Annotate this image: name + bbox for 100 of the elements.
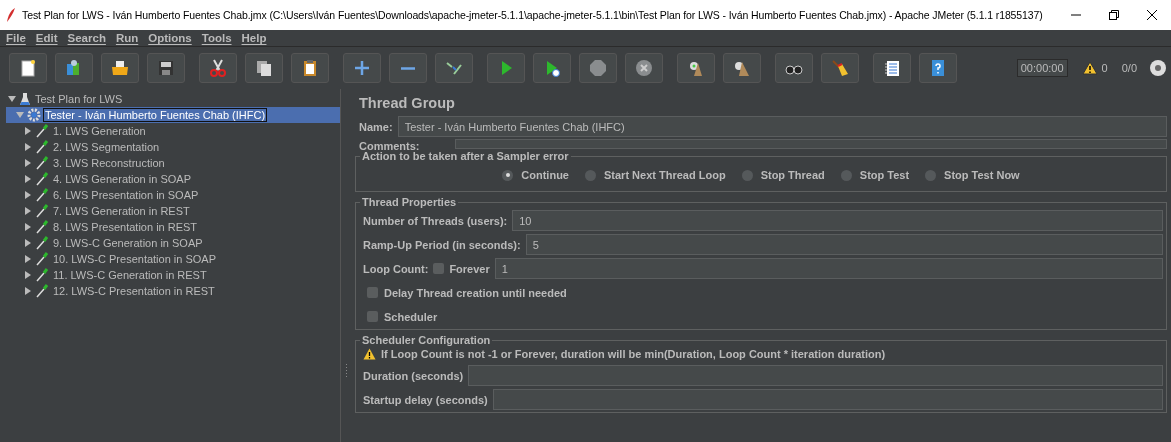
comments-field[interactable] [455,139,1167,149]
duration-field[interactable] [468,365,1163,386]
stop-button[interactable] [579,53,617,83]
fieldset-legend: Thread Properties [360,196,459,208]
start-no-pause-button[interactable] [533,53,571,83]
loop-count-field[interactable]: 1 [494,258,1163,279]
radio-button[interactable] [502,169,514,181]
fieldset-legend: Action to be taken after a Sampler error [360,150,571,162]
panel-title: Thread Group [359,95,456,111]
minus-icon [401,66,415,70]
ramp-up-field[interactable]: 5 [525,234,1163,255]
checkbox-label: Delay Thread creation until needed [384,286,567,299]
checkbox[interactable] [367,311,378,322]
x-circle-icon [634,58,654,78]
list-icon [882,58,902,78]
tree-item[interactable]: 2. LWS Segmentation [52,141,161,153]
field-label: Ramp-Up Period (in seconds): [363,238,521,251]
tree-item[interactable]: 8. LWS Presentation in REST [52,221,199,233]
fieldset-legend: Scheduler Configuration [360,334,493,346]
radio-button[interactable] [925,169,937,181]
tree-item[interactable]: 9. LWS-C Generation in SOAP [52,237,204,249]
open-button[interactable] [101,53,139,83]
pipette-icon [35,268,49,282]
tree-item[interactable]: Tester - Iván Humberto Fuentes Chab (IHFC) [44,109,267,121]
reset-search-button[interactable] [821,53,859,83]
menu-item[interactable]: Search [67,32,106,44]
expand-arrow-icon[interactable] [24,223,32,231]
checkbox[interactable] [367,287,378,298]
tree-item[interactable]: 12. LWS-C Presentation in REST [52,285,216,297]
gear-icon [27,108,41,122]
clear-button[interactable] [677,53,715,83]
stop-sign-icon [588,58,608,78]
tree-item[interactable]: 6. LWS Presentation in SOAP [52,189,200,201]
shutdown-button[interactable] [625,53,663,83]
menu-item[interactable]: Help [241,32,267,44]
expand-arrow-icon[interactable] [24,271,32,279]
help-button[interactable] [919,53,957,83]
expand-arrow-icon[interactable] [24,175,32,183]
selected-tree-row[interactable]: Tester - Iván Humberto Fuentes Chab (IHFC) [6,107,340,123]
tree-item[interactable]: 11. LWS-C Generation in REST [52,269,208,281]
startup-delay-field[interactable] [492,389,1163,410]
tree-item[interactable]: Test Plan for LWS [34,93,124,105]
tree-item[interactable]: 1. LWS Generation [52,125,147,137]
menu-item[interactable]: Options [148,32,192,44]
copy-button[interactable] [245,53,283,83]
name-field[interactable]: Tester - Iván Humberto Fuentes Chab (IHFC) [397,116,1167,137]
checkbox-label: Forever [449,262,490,275]
menu-item[interactable]: Edit [35,32,58,44]
radio-option[interactable]: Continue [502,169,569,181]
expand-arrow-icon[interactable] [24,159,32,167]
functions-button[interactable] [873,53,911,83]
menu-item[interactable]: File [6,32,26,44]
expand-arrow-icon[interactable] [24,287,32,295]
radio-button[interactable] [741,169,753,181]
start-button[interactable] [487,53,525,83]
pipette-icon [35,284,49,298]
collapse-button[interactable] [389,53,427,83]
new-button[interactable] [9,53,47,83]
radio-option[interactable]: Stop Test [840,169,910,181]
radio-option[interactable]: Stop Test Now [925,169,1020,181]
folder-icon [110,58,130,78]
expand-button[interactable] [343,53,381,83]
expand-arrow-icon[interactable] [24,127,32,135]
pipette-icon [35,172,49,186]
collapse-arrow-icon[interactable] [16,111,24,119]
expand-arrow-icon[interactable] [24,191,32,199]
tree-item[interactable]: 4. LWS Generation in SOAP [52,173,192,185]
radio-button[interactable] [585,169,596,181]
tree-item[interactable]: 7. LWS Generation in REST [52,205,191,217]
toggle-button[interactable] [435,53,473,83]
checkbox[interactable] [433,263,445,274]
field-label: Startup delay (seconds) [363,393,488,406]
collapse-arrow-icon[interactable] [8,95,16,103]
menu-item[interactable]: Run [115,32,139,44]
warning-icon[interactable] [1081,61,1098,75]
pipette-icon [35,220,49,234]
clear-all-button[interactable] [723,53,761,83]
search-button[interactable] [775,53,813,83]
radio-button[interactable] [840,169,852,181]
menu-item[interactable]: Tools [201,32,232,44]
window-title: Test Plan for LWS - Iván Humberto Fuentes Chab.jmx (C:\Users\Iván Fuentes\Downloads\apache-jmeter-5.1.1\apache-jmeter-5.1.1\bin\Test Plan for LWS - Iván Humberto Fuentes Chab.jmx) - Apache JMeter (5.1.1 r1855137) [22,9,1044,21]
radio-option[interactable]: Start Next Thread Loop [585,169,726,181]
broom-icon [830,58,850,78]
radio-option[interactable]: Stop Thread [741,169,825,181]
pipette-icon [35,156,49,170]
cut-button[interactable] [199,53,237,83]
expand-arrow-icon[interactable] [24,207,32,215]
expand-arrow-icon[interactable] [24,143,32,151]
checkbox-label: Scheduler [384,310,438,323]
tree-item[interactable]: 10. LWS-C Presentation in SOAP [52,253,218,265]
expand-arrow-icon[interactable] [24,239,32,247]
paste-button[interactable] [291,53,329,83]
templates-button[interactable] [55,53,93,83]
save-button[interactable] [147,53,185,83]
threads-field[interactable]: 10 [512,210,1163,231]
expand-arrow-icon[interactable] [24,255,32,263]
splitter-handle-icon[interactable] [344,364,348,378]
tree-item[interactable]: 3. LWS Reconstruction [52,157,166,169]
warning-icon [363,348,376,360]
field-label: Comments: [359,140,420,152]
